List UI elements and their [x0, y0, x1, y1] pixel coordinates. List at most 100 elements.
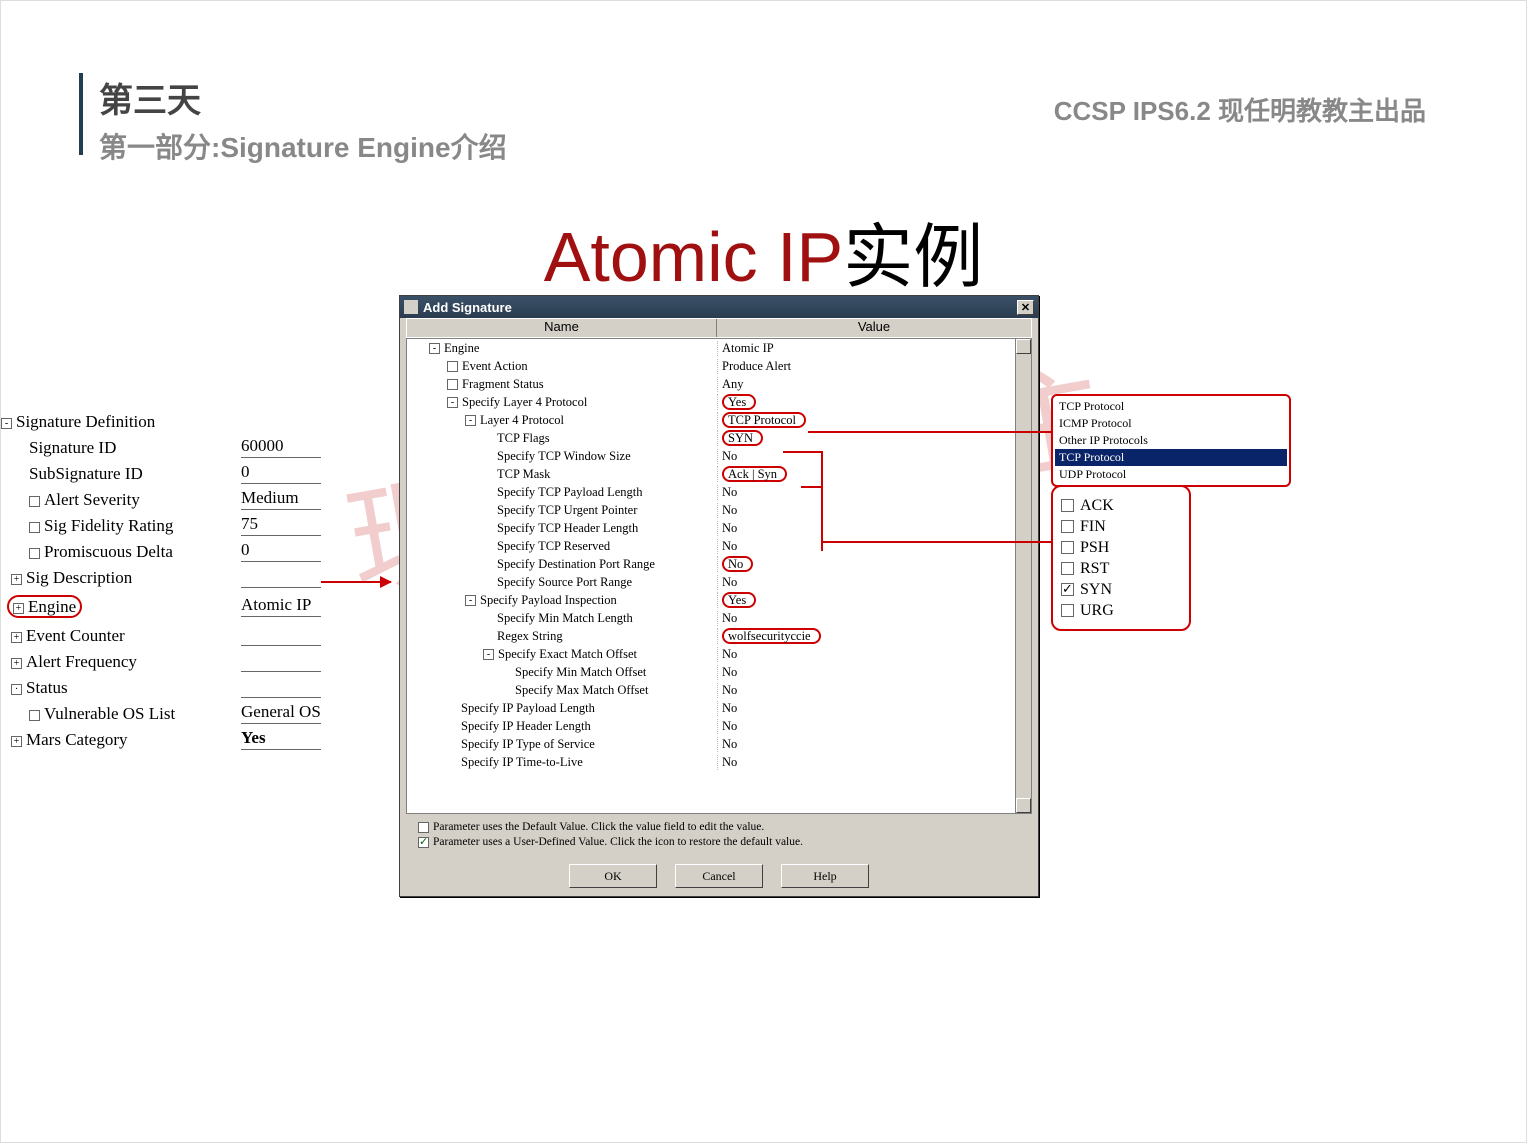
- grid-row[interactable]: -Layer 4 ProtocolTCP Protocol: [407, 411, 1031, 429]
- row-value[interactable]: Yes: [722, 592, 756, 608]
- grid-row[interactable]: Specify Source Port RangeNo: [407, 573, 1031, 591]
- row-value[interactable]: No: [722, 701, 737, 716]
- row-value[interactable]: No: [722, 737, 737, 752]
- alertsev-value[interactable]: Medium: [241, 490, 321, 510]
- row-value[interactable]: No: [722, 485, 737, 500]
- grid-row[interactable]: Specify Destination Port RangeNo: [407, 555, 1031, 573]
- grid-row[interactable]: Specify Min Match OffsetNo: [407, 663, 1031, 681]
- dropdown-item[interactable]: TCP Protocol: [1055, 398, 1287, 415]
- grid-row[interactable]: Event ActionProduce Alert: [407, 357, 1031, 375]
- flag-checkbox[interactable]: [1061, 520, 1074, 533]
- flag-checkbox[interactable]: [1061, 583, 1074, 596]
- row-value[interactable]: No: [722, 719, 737, 734]
- row-value[interactable]: No: [722, 647, 737, 662]
- tree-expand-icon[interactable]: +: [11, 658, 22, 669]
- grid-row[interactable]: TCP MaskAck | Syn: [407, 465, 1031, 483]
- row-value[interactable]: wolfsecurityccie: [722, 628, 821, 644]
- row-value[interactable]: No: [722, 539, 737, 554]
- tree-toggle-icon[interactable]: -: [465, 415, 476, 426]
- sigid-value[interactable]: 60000: [241, 438, 321, 458]
- tree-expand-icon[interactable]: +: [13, 603, 24, 614]
- flag-checkbox[interactable]: [1061, 604, 1074, 617]
- dropdown-item[interactable]: Other IP Protocols: [1055, 432, 1287, 449]
- tree-collapse-icon[interactable]: -: [1, 418, 12, 429]
- ok-button[interactable]: OK: [569, 864, 657, 888]
- tree-expand-icon[interactable]: +: [11, 632, 22, 643]
- row-value[interactable]: No: [722, 611, 737, 626]
- tree-toggle-icon[interactable]: -: [483, 649, 494, 660]
- checkbox-icon[interactable]: [29, 522, 40, 533]
- dropdown-item[interactable]: TCP Protocol: [1055, 449, 1287, 466]
- grid-row[interactable]: Specify TCP Window SizeNo: [407, 447, 1031, 465]
- flag-checkbox[interactable]: [1061, 541, 1074, 554]
- row-value[interactable]: No: [722, 755, 737, 770]
- row-name: Specify TCP Payload Length: [497, 485, 642, 500]
- flag-row[interactable]: URG: [1061, 600, 1181, 621]
- row-value[interactable]: No: [722, 521, 737, 536]
- row-value[interactable]: SYN: [722, 430, 763, 446]
- grid-row[interactable]: Specify TCP Header LengthNo: [407, 519, 1031, 537]
- row-value[interactable]: No: [722, 556, 753, 572]
- grid-row[interactable]: Specify IP Header LengthNo: [407, 717, 1031, 735]
- flag-checkbox[interactable]: [1061, 562, 1074, 575]
- grid-row[interactable]: Regex Stringwolfsecurityccie: [407, 627, 1031, 645]
- scroll-down-icon[interactable]: [1016, 798, 1031, 813]
- tree-expand-icon[interactable]: ·: [11, 684, 22, 695]
- row-value[interactable]: Yes: [722, 394, 756, 410]
- grid-row[interactable]: Specify TCP Urgent PointerNo: [407, 501, 1031, 519]
- flag-row[interactable]: ACK: [1061, 495, 1181, 516]
- flag-row[interactable]: SYN: [1061, 579, 1181, 600]
- tree-toggle-icon[interactable]: -: [429, 343, 440, 354]
- row-value[interactable]: No: [722, 575, 737, 590]
- vulnos-value[interactable]: General OS: [241, 704, 321, 724]
- close-button[interactable]: ✕: [1017, 300, 1034, 315]
- cancel-button[interactable]: Cancel: [675, 864, 763, 888]
- subsigid-value[interactable]: 0: [241, 464, 321, 484]
- checkbox-icon[interactable]: [29, 710, 40, 721]
- row-value[interactable]: Produce Alert: [722, 359, 791, 374]
- row-value[interactable]: Ack | Syn: [722, 466, 787, 482]
- row-name: Specify Exact Match Offset: [498, 647, 637, 662]
- flag-row[interactable]: RST: [1061, 558, 1181, 579]
- grid-row[interactable]: -Specify Exact Match Offset No: [407, 645, 1031, 663]
- flag-checkbox[interactable]: [1061, 499, 1074, 512]
- row-value[interactable]: No: [722, 449, 737, 464]
- row-value[interactable]: No: [722, 683, 737, 698]
- row-value[interactable]: No: [722, 503, 737, 518]
- tree-toggle-icon[interactable]: -: [447, 397, 458, 408]
- checkbox-icon[interactable]: [29, 496, 40, 507]
- grid-row[interactable]: -EngineAtomic IP: [407, 339, 1031, 357]
- grid-row[interactable]: Specify Max Match OffsetNo: [407, 681, 1031, 699]
- grid-row[interactable]: Specify TCP ReservedNo: [407, 537, 1031, 555]
- tree-expand-icon[interactable]: +: [11, 736, 22, 747]
- row-value[interactable]: Any: [722, 377, 744, 392]
- scroll-up-icon[interactable]: [1016, 339, 1031, 354]
- help-button[interactable]: Help: [781, 864, 869, 888]
- tree-toggle-icon[interactable]: -: [465, 595, 476, 606]
- grid-row[interactable]: Fragment StatusAny: [407, 375, 1031, 393]
- fidelity-value[interactable]: 75: [241, 516, 321, 536]
- checkbox-icon[interactable]: [447, 379, 458, 390]
- grid-row[interactable]: Specify IP Type of ServiceNo: [407, 735, 1031, 753]
- row-value[interactable]: Atomic IP: [722, 341, 774, 356]
- scrollbar-vertical[interactable]: [1015, 339, 1031, 813]
- checkbox-icon[interactable]: [447, 361, 458, 372]
- tree-expand-icon[interactable]: +: [11, 574, 22, 585]
- grid-row[interactable]: -Specify Payload InspectionYes: [407, 591, 1031, 609]
- flag-row[interactable]: PSH: [1061, 537, 1181, 558]
- grid-row[interactable]: Specify TCP Payload Length No: [407, 483, 1031, 501]
- mars-value[interactable]: Yes: [241, 730, 321, 750]
- row-value[interactable]: TCP Protocol: [722, 412, 806, 428]
- grid-row[interactable]: Specify Min Match LengthNo: [407, 609, 1031, 627]
- promdelta-value[interactable]: 0: [241, 542, 321, 562]
- engine-value[interactable]: Atomic IP: [241, 597, 321, 617]
- grid-row[interactable]: Specify IP Time-to-LiveNo: [407, 753, 1031, 771]
- grid-row[interactable]: -Specify Layer 4 ProtocolYes: [407, 393, 1031, 411]
- flag-row[interactable]: FIN: [1061, 516, 1181, 537]
- row-value[interactable]: No: [722, 665, 737, 680]
- checkbox-icon[interactable]: [29, 548, 40, 559]
- grid-row[interactable]: Specify IP Payload LengthNo: [407, 699, 1031, 717]
- dropdown-item[interactable]: UDP Protocol: [1055, 466, 1287, 483]
- dialog-titlebar[interactable]: Add Signature ✕: [400, 296, 1038, 318]
- dropdown-item[interactable]: ICMP Protocol: [1055, 415, 1287, 432]
